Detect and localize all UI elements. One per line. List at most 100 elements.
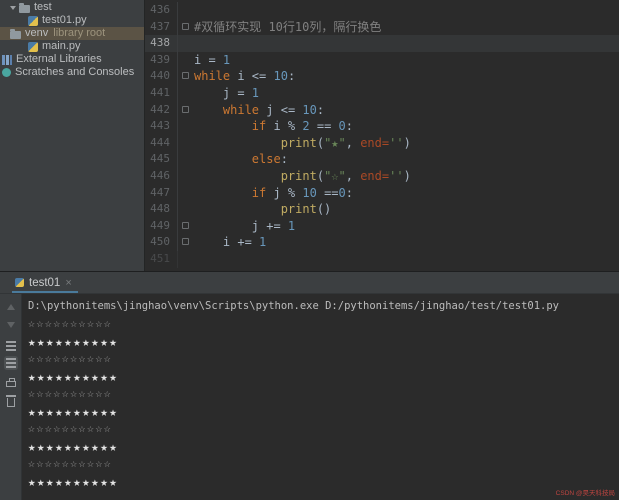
- up-stack-trace-icon[interactable]: [4, 300, 18, 314]
- editor-line-436[interactable]: 436: [145, 2, 619, 19]
- soft-wrap-icon[interactable]: [4, 339, 18, 353]
- line-number[interactable]: 447: [145, 185, 177, 202]
- code-text[interactable]: j = 1: [194, 85, 619, 102]
- editor-line-444[interactable]: 444 print("★", end=''): [145, 135, 619, 152]
- line-number[interactable]: 451: [145, 251, 177, 268]
- code-text[interactable]: j += 1: [194, 218, 619, 235]
- code-text[interactable]: while i <= 10:: [194, 68, 619, 85]
- fold-gutter[interactable]: [177, 102, 194, 119]
- run-tab-bar: test01 ×: [0, 272, 619, 294]
- line-number[interactable]: 443: [145, 118, 177, 135]
- line-number[interactable]: 449: [145, 218, 177, 235]
- console-output-line: ★★★★★★★★★★: [28, 438, 619, 456]
- code-text[interactable]: i += 1: [194, 234, 619, 251]
- code-text[interactable]: print("★", end=''): [194, 135, 619, 152]
- code-text[interactable]: print(): [194, 201, 619, 218]
- fold-gutter[interactable]: [177, 68, 194, 85]
- editor-line-443[interactable]: 443 if i % 2 == 0:: [145, 118, 619, 135]
- fold-marker-icon[interactable]: [182, 23, 189, 30]
- fold-gutter[interactable]: [177, 218, 194, 235]
- fold-gutter[interactable]: [177, 52, 194, 69]
- line-number[interactable]: 440: [145, 68, 177, 85]
- fold-gutter[interactable]: [177, 168, 194, 185]
- console-output-line: ☆☆☆☆☆☆☆☆☆☆: [28, 385, 619, 403]
- editor-line-441[interactable]: 441 j = 1: [145, 85, 619, 102]
- active-tab-underline: [12, 291, 78, 293]
- fold-gutter[interactable]: [177, 185, 194, 202]
- tree-item-scratches-and-consoles[interactable]: Scratches and Consoles: [0, 66, 144, 79]
- editor-line-442[interactable]: 442 while j <= 10:: [145, 102, 619, 119]
- editor-line-440[interactable]: 440 while i <= 10:: [145, 68, 619, 85]
- fold-gutter[interactable]: [177, 19, 194, 36]
- line-number[interactable]: 436: [145, 2, 177, 19]
- tree-item-suffix: library root: [53, 27, 105, 40]
- python-file-icon: [15, 278, 24, 287]
- editor-line-450[interactable]: 450 i += 1: [145, 234, 619, 251]
- editor-line-449[interactable]: 449 j += 1: [145, 218, 619, 235]
- tree-item-venv[interactable]: venv library root: [0, 27, 144, 40]
- print-icon[interactable]: [4, 375, 18, 389]
- code-text[interactable]: while j <= 10:: [194, 102, 619, 119]
- project-tree: testtest01.pyvenv library rootmain.pyExte…: [0, 1, 144, 79]
- folder-icon: [10, 31, 21, 39]
- tree-item-test[interactable]: test: [0, 1, 144, 14]
- clear-all-icon[interactable]: [4, 394, 18, 408]
- libs-icon: [2, 55, 12, 65]
- code-text[interactable]: [194, 35, 619, 52]
- tree-item-label: venv: [25, 27, 48, 40]
- line-number[interactable]: 448: [145, 201, 177, 218]
- code-text[interactable]: i = 1: [194, 52, 619, 69]
- chevron-down-icon[interactable]: [10, 6, 16, 10]
- line-number[interactable]: 445: [145, 151, 177, 168]
- fold-marker-icon[interactable]: [182, 222, 189, 229]
- tree-item-test01-py[interactable]: test01.py: [0, 14, 144, 27]
- fold-marker-icon[interactable]: [182, 238, 189, 245]
- editor-line-439[interactable]: 439 i = 1: [145, 52, 619, 69]
- fold-gutter[interactable]: [177, 251, 194, 268]
- line-number[interactable]: 441: [145, 85, 177, 102]
- line-number[interactable]: 438: [145, 35, 177, 52]
- fold-gutter[interactable]: [177, 234, 194, 251]
- fold-gutter[interactable]: [177, 2, 194, 19]
- code-text[interactable]: #双循环实现 10行10列，隔行换色: [194, 19, 619, 36]
- editor-line-451[interactable]: 451: [145, 251, 619, 268]
- fold-marker-icon[interactable]: [182, 106, 189, 113]
- fold-marker-icon[interactable]: [182, 72, 189, 79]
- line-number[interactable]: 450: [145, 234, 177, 251]
- tree-item-main-py[interactable]: main.py: [0, 40, 144, 53]
- code-text[interactable]: [194, 2, 619, 19]
- editor-line-445[interactable]: 445 else:: [145, 151, 619, 168]
- code-text[interactable]: [194, 251, 619, 268]
- editor-line-437[interactable]: 437 #双循环实现 10行10列，隔行换色: [145, 19, 619, 36]
- code-editor[interactable]: 436437 #双循环实现 10行10列，隔行换色 438439 i = 1 440 wh…: [145, 0, 619, 271]
- editor-line-438[interactable]: 438: [145, 35, 619, 52]
- code-text[interactable]: if j % 10 ==0:: [194, 185, 619, 202]
- run-tab-label: test01: [29, 277, 60, 289]
- down-stack-trace-icon[interactable]: [4, 318, 18, 332]
- run-console: D:\pythonitems\jinghao\venv\Scripts\pyth…: [0, 294, 619, 500]
- line-number[interactable]: 444: [145, 135, 177, 152]
- close-icon[interactable]: ×: [65, 277, 71, 289]
- line-number[interactable]: 446: [145, 168, 177, 185]
- fold-gutter[interactable]: [177, 201, 194, 218]
- line-number[interactable]: 442: [145, 102, 177, 119]
- editor-line-446[interactable]: 446 print("☆", end=''): [145, 168, 619, 185]
- tree-item-external-libraries[interactable]: External Libraries: [0, 53, 144, 66]
- code-text[interactable]: print("☆", end=''): [194, 168, 619, 185]
- editor-line-447[interactable]: 447 if j % 10 ==0:: [145, 185, 619, 202]
- editor-line-448[interactable]: 448 print(): [145, 201, 619, 218]
- fold-gutter[interactable]: [177, 85, 194, 102]
- code-text[interactable]: if i % 2 == 0:: [194, 118, 619, 135]
- fold-gutter[interactable]: [177, 118, 194, 135]
- line-number[interactable]: 439: [145, 52, 177, 69]
- code-text[interactable]: else:: [194, 151, 619, 168]
- fold-gutter[interactable]: [177, 151, 194, 168]
- fold-gutter[interactable]: [177, 135, 194, 152]
- console-output-line: ☆☆☆☆☆☆☆☆☆☆: [28, 455, 619, 473]
- line-number[interactable]: 437: [145, 19, 177, 36]
- fold-gutter[interactable]: [177, 35, 194, 52]
- run-tab-test01[interactable]: test01 ×: [0, 272, 80, 293]
- console-output-line: ★★★★★★★★★★: [28, 368, 619, 386]
- console-output-line: ☆☆☆☆☆☆☆☆☆☆: [28, 315, 619, 333]
- scroll-to-end-icon[interactable]: [4, 356, 18, 370]
